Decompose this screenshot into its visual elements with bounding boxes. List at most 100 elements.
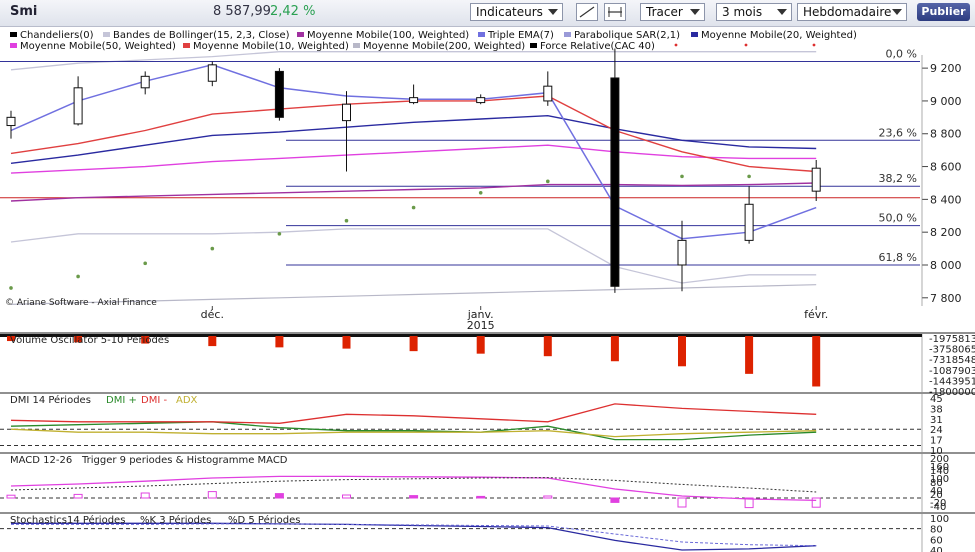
legend-swatch-4 <box>564 32 571 37</box>
legend-label-4: Parabolique SAR(2,1) <box>574 30 680 41</box>
price-ytick-label-6: 8 000 <box>930 259 962 272</box>
macd-histogram-bar-12 <box>811 497 821 508</box>
stochastics-panel: 100806040 Stochastics14 Périodes %K 3 Péri… <box>0 512 975 552</box>
volume-panel-title: Volume Oscillator 5-10 Périodes <box>10 334 169 346</box>
stoch-ytick-label-2: 60 <box>930 535 943 546</box>
sar-dot-3 <box>210 246 215 251</box>
indicators-dropdown[interactable]: Indicateurs <box>470 3 563 21</box>
price-ytick-label-3: 8 600 <box>930 161 962 174</box>
price-ytick-label-5: 8 200 <box>930 226 962 239</box>
volume-bar-6 <box>409 336 418 352</box>
legend-label-1: Bandes de Bollinger(15, 2,3, Close) <box>113 30 290 41</box>
sar-dot-2 <box>143 261 147 266</box>
mm10-line <box>10 95 817 173</box>
legend-label-6: Moyenne Mobile(50, Weighted) <box>20 41 176 52</box>
legend-label-8: Moyenne Mobile(200, Weighted) <box>363 41 525 52</box>
dmi-ytick-label-2: 31 <box>930 415 943 426</box>
stoch-ytick-label-3: 40 <box>930 546 943 552</box>
price-ytick-label-2: 8 800 <box>930 128 962 141</box>
draw-dropdown[interactable]: Tracer <box>640 3 705 21</box>
candle-body-2 <box>140 75 150 89</box>
draw-hline-button[interactable] <box>604 3 626 21</box>
sar-dot-5 <box>344 218 349 223</box>
mm100-line <box>10 182 817 202</box>
interval-dropdown[interactable]: Hebdomadaire <box>797 3 907 21</box>
macd-histogram-bar-3 <box>207 491 217 499</box>
stoch-ytick-label-0: 100 <box>930 514 949 525</box>
dmi-ytick-label-0: 45 <box>930 394 943 405</box>
sar-dot-10 <box>680 174 684 179</box>
dmi_minus-line <box>10 403 817 424</box>
stoch-panel-title: Stochastics14 Périodes <box>10 514 125 526</box>
volume-ytick-label-4: -1443951 <box>929 376 975 387</box>
legend-label-5: Moyenne Mobile(20, Weighted) <box>701 30 857 41</box>
chart-window: Smi 8 587,99 2,42 % Indicateurs Tracer 3… <box>0 0 975 552</box>
macd-histogram-bar-4 <box>274 493 284 499</box>
sar-dot-8 <box>546 179 550 184</box>
fib-level-label-1: 23,6 % <box>879 126 917 139</box>
legend-label-0: Chandeliers(0) <box>20 30 94 41</box>
volume-bar-11 <box>745 336 754 374</box>
macd-trigger-line <box>10 477 817 493</box>
chevron-down-icon <box>690 9 700 15</box>
chevron-down-icon <box>892 9 902 15</box>
fib-level-label-4: 61,8 % <box>879 251 917 264</box>
macd-ytick-mid-label-3: -20 <box>930 498 946 509</box>
volume-bar-7 <box>476 336 485 354</box>
macd-histogram-bar-7 <box>476 495 486 499</box>
candle-body-0 <box>6 116 16 127</box>
dmi-ytick-label-4: 17 <box>930 436 943 447</box>
macd-ytick-mid-label-0: 160 <box>930 462 949 473</box>
price-change: 2,42 % <box>270 4 316 19</box>
macd-legend-text: Trigger 9 periodes & Histogramme MACD <box>81 455 288 466</box>
dmi_plus-line <box>10 421 817 441</box>
volume-ytick-label-3: -1087903 <box>929 366 975 377</box>
volume-bar-3 <box>208 336 217 347</box>
dmi-ytick-label-1: 38 <box>930 404 943 415</box>
interval-dropdown-label: Hebdomadaire <box>803 5 892 19</box>
bollinger-upper-line <box>10 51 817 71</box>
period-dropdown[interactable]: 3 mois <box>716 3 792 21</box>
mm20-line <box>10 114 817 164</box>
legend-swatch-9 <box>530 43 537 48</box>
trend-line-icon <box>579 6 595 18</box>
horizontal-line-icon <box>608 7 622 17</box>
macd-histogram-bar-10 <box>677 497 687 508</box>
stoch-k-line <box>11 522 817 551</box>
dmi-legend-minus: DMI - <box>141 395 167 406</box>
legend-swatch-0 <box>10 32 17 37</box>
legend-label-2: Moyenne Mobile(100, Weighted) <box>307 30 469 41</box>
dmi-panel-title: DMI 14 Périodes <box>10 394 91 406</box>
macd-histogram-bar-6 <box>409 495 419 499</box>
volume-ytick-label-1: -3758065 <box>929 345 975 356</box>
fib-level-label-0: 0,0 % <box>886 48 917 61</box>
macd-histogram-bar-5 <box>342 494 351 499</box>
last-price: 8 587,99 <box>213 4 271 19</box>
macd-histogram-bar-1 <box>73 493 83 499</box>
price-panel: 9 200 9 000 8 800 8 600 8 400 8 200 8 000 7 800… <box>0 48 962 332</box>
watermark-text: © Ariane Software - Axial Finance <box>5 298 157 308</box>
candle-body-10 <box>677 239 687 266</box>
macd-histogram-bar-8 <box>543 495 553 499</box>
publish-button[interactable]: Publier <box>917 3 970 21</box>
sar-dot-0 <box>9 286 13 290</box>
candle-body-12 <box>811 167 821 192</box>
macd-panel-title: MACD 12-26 <box>10 455 72 466</box>
draw-line-button[interactable] <box>576 3 598 21</box>
volume-bar-9 <box>610 336 619 362</box>
sar-dot-4 <box>277 232 282 236</box>
macd-panel: 2001408020-4016010040-20MACD 12-26 Trigge… <box>0 452 975 513</box>
volume-bar-10 <box>678 336 686 367</box>
chart-legend: Chandeliers(0) Bandes de Bollinger(15, 2,… <box>10 30 857 52</box>
legend-dot-1 <box>744 43 748 47</box>
sar-dot-6 <box>411 205 416 210</box>
candle-body-4 <box>274 70 284 118</box>
legend-label-9: Force Relative(CAC 40) <box>540 41 655 52</box>
candle-body-3 <box>207 64 217 82</box>
dmi-legend-adx: ADX <box>176 395 198 406</box>
x-tick-label-2: févr. <box>804 308 828 321</box>
dmi-legend-plus: DMI + <box>106 395 137 406</box>
legend-swatch-1 <box>103 32 110 37</box>
price-ytick-label-4: 8 400 <box>930 193 962 206</box>
macd-histogram-bar-0 <box>6 494 16 499</box>
